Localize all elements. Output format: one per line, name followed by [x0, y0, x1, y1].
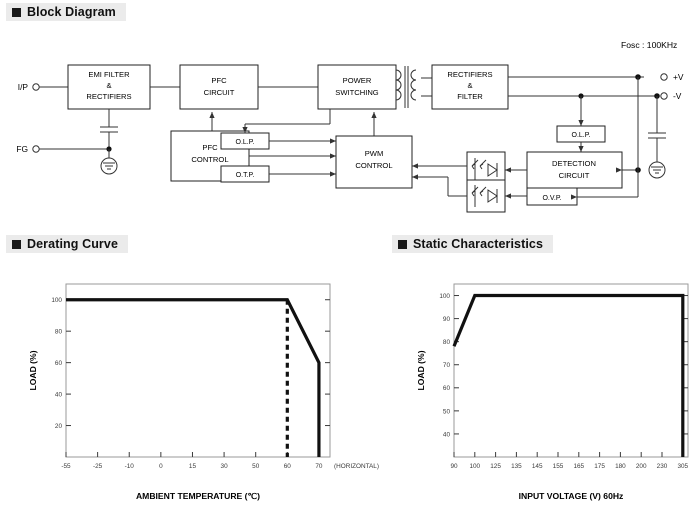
block-pfc-circuit-line2: CIRCUIT	[204, 88, 235, 97]
block-emi-filter-line1: EMI FILTER	[88, 70, 130, 79]
chart-note: (HORIZONTAL)	[334, 463, 379, 470]
block-emi-filter-line2: &	[106, 81, 111, 90]
transformer-icon	[395, 66, 417, 108]
chart-series-static	[452, 293, 685, 457]
block-detection-circuit	[526, 151, 623, 189]
x-axis-tick-label: 125	[490, 463, 501, 470]
y-axis-tick-label: 80	[55, 329, 63, 336]
input-terminal-node	[32, 83, 40, 91]
block-rectifiers-filter-line3: FILTER	[457, 92, 483, 101]
x-axis-tick-label: -25	[93, 463, 103, 470]
y-axis-title: LOAD (%)	[28, 350, 38, 390]
y-axis-tick-label: 60	[443, 385, 451, 392]
x-axis-tick-label: 90	[450, 463, 458, 470]
x-axis-tick-label: 155	[553, 463, 564, 470]
block-pfc-circuit	[179, 64, 259, 110]
block-olp-secondary-label: O.L.P.	[572, 132, 591, 139]
block-emi-filter-line3: RECTIFIERS	[86, 92, 131, 101]
x-axis-tick-label: 100	[469, 463, 480, 470]
x-axis-tick-label: 135	[511, 463, 522, 470]
block-power-switching-line1: POWER	[343, 76, 372, 85]
y-axis-tick-label: 100	[439, 293, 450, 300]
x-axis-tick-label: 145	[532, 463, 543, 470]
x-axis-tick-label: 305	[677, 463, 688, 470]
block-power-switching-line2: SWITCHING	[335, 88, 379, 97]
x-axis-tick-label: -55	[61, 463, 71, 470]
block-rectifiers-filter-line1: RECTIFIERS	[447, 70, 492, 79]
square-bullet-icon	[12, 239, 21, 249]
y-axis-tick-label: 40	[55, 391, 63, 398]
x-axis-tick-label: 180	[615, 463, 626, 470]
input-terminal-label: I/P	[18, 82, 29, 92]
block-detection-circuit-line2: CIRCUIT	[559, 171, 590, 180]
fg-terminal-label: FG	[16, 144, 28, 154]
x-axis-tick-label: 200	[636, 463, 647, 470]
earth-ground-primary-icon	[100, 157, 118, 175]
block-power-switching	[317, 64, 397, 110]
chart-plot-frame	[453, 283, 689, 458]
y-axis-tick-label: 100	[51, 297, 62, 304]
x-axis-title: AMBIENT TEMPERATURE (℃)	[136, 491, 260, 501]
block-detection-circuit-line1: DETECTION	[552, 159, 596, 168]
block-pfc-control-line2: CONTROL	[191, 155, 228, 164]
y-axis-tick-label: 50	[443, 408, 451, 415]
fg-terminal-node	[32, 145, 40, 153]
x-axis-tick-label: 0	[159, 463, 163, 470]
x-axis-tick-label: 230	[657, 463, 668, 470]
y-axis-tick-label: 80	[443, 339, 451, 346]
block-pfc-circuit-line1: PFC	[211, 76, 227, 85]
section-title-static-characteristics: Static Characteristics	[413, 237, 544, 251]
block-otp-label: O.T.P.	[236, 172, 255, 179]
section-title-derating-curve: Derating Curve	[27, 237, 119, 251]
x-axis-tick-label: 165	[573, 463, 584, 470]
y-axis-title: LOAD (%)	[416, 350, 426, 390]
block-olp-primary-label: O.L.P.	[236, 139, 255, 146]
y-axis-tick-label: 70	[443, 362, 451, 369]
chart-plot-frame	[65, 283, 331, 458]
output-terminal-positive-label: +V	[673, 72, 684, 82]
x-axis-tick-label: 70	[315, 463, 323, 470]
y-axis-tick-label: 90	[443, 316, 451, 323]
square-bullet-icon	[398, 239, 407, 249]
y-axis-tick-label: 60	[55, 360, 63, 367]
chart-series-derating	[66, 298, 321, 457]
block-diagram: Fosc : 100KHz I/P FG EMI FILTER & RECTIF…	[0, 0, 700, 215]
earth-ground-secondary-icon	[648, 161, 666, 179]
x-axis-tick-label: 175	[594, 463, 605, 470]
output-terminal-positive-node	[660, 73, 668, 81]
section-header-static-characteristics: Static Characteristics	[392, 235, 554, 253]
static-characteristics-chart: 40 50 60 70 80 90 100 90 100 125 135 145 155 165 175 18…	[386, 262, 700, 514]
block-pwm-control-line1: PWM	[365, 149, 384, 158]
block-pwm-control-line2: CONTROL	[355, 161, 392, 170]
y-axis-tick-label: 20	[55, 423, 63, 430]
x-axis-tick-label: 30	[221, 463, 229, 470]
output-terminal-negative-node	[660, 92, 668, 100]
x-axis-tick-label: -10	[125, 463, 135, 470]
datasheet-page: Block Diagram Fosc : 100KHz I/P FG EMI F…	[0, 0, 700, 514]
block-ovp-label: O.V.P.	[542, 195, 561, 202]
x-axis-tick-label: 15	[189, 463, 197, 470]
block-rectifiers-filter-line2: &	[467, 81, 472, 90]
section-header-derating-curve: Derating Curve	[6, 235, 129, 253]
x-axis-tick-label: 50	[252, 463, 260, 470]
x-axis-title: INPUT VOLTAGE (V) 60Hz	[519, 491, 624, 501]
fosc-note: Fosc : 100KHz	[621, 40, 677, 50]
derating-curve-chart: 20 40 60 80 100 -55 -25 -10 0 15 30 50 60 70 (HORIZONT…	[0, 262, 390, 514]
output-terminal-negative-label: -V	[673, 91, 682, 101]
block-pfc-control-line1: PFC	[202, 143, 218, 152]
x-axis-tick-label: 60	[284, 463, 292, 470]
optocoupler-ovp-icon	[466, 179, 506, 213]
y-axis-tick-label: 40	[443, 431, 451, 438]
